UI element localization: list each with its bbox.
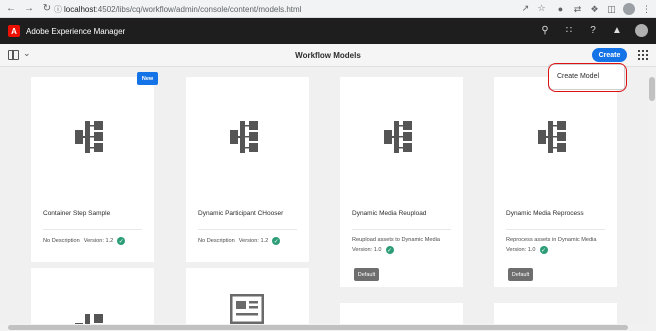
reload-icon[interactable]: ↻ <box>40 2 54 16</box>
version-text: Version: 1.0 <box>506 247 536 253</box>
profile-icon[interactable] <box>623 3 635 15</box>
new-badge: New <box>137 72 158 85</box>
scrollbar-thumb[interactable] <box>8 325 628 330</box>
horizontal-scrollbar[interactable] <box>0 324 656 331</box>
workflow-card[interactable] <box>340 303 463 324</box>
page-title: Workflow Models <box>295 51 361 60</box>
card-description: No Description Version: 1.2 ✓ <box>43 237 126 245</box>
menu-icon[interactable]: ⋮ <box>641 4 652 15</box>
address-bar[interactable]: ⓘ localhost:4502/libs/cq/workflow/admin/… <box>54 2 550 16</box>
models-grid: Container Step Sample No Description Ver… <box>0 67 648 324</box>
star-icon[interactable]: ☆ <box>536 3 547 14</box>
workflow-model-icon <box>494 77 617 197</box>
extension-icon[interactable]: ● <box>555 4 566 15</box>
divider <box>198 229 297 230</box>
url-host: localhost <box>64 4 96 14</box>
workflow-model-icon <box>340 77 463 197</box>
forward-icon[interactable]: → <box>22 2 36 16</box>
check-icon: ✓ <box>539 246 548 254</box>
create-button[interactable]: Create <box>592 48 627 62</box>
view-switcher-icon[interactable] <box>638 50 648 60</box>
browser-extensions: ● ⇄ ❖ ◫ ⋮ <box>555 3 652 15</box>
url-path: :4502/libs/cq/workflow/admin/console/con… <box>95 4 302 14</box>
divider <box>352 229 451 230</box>
card-title: Dynamic Media Reupload <box>352 210 427 217</box>
workflow-card[interactable]: Container Step Sample No Description Ver… <box>31 77 154 262</box>
workflow-model-icon <box>31 77 154 197</box>
default-button[interactable]: Default <box>354 268 379 281</box>
adobe-logo-icon[interactable]: A <box>8 25 20 37</box>
notifications-icon[interactable]: ▲ <box>611 25 623 37</box>
share-icon[interactable]: ↗ <box>520 3 531 14</box>
card-version: Version: 1.0 ✓ <box>352 246 394 254</box>
shell-actions: ⚲ ∷ ? ▲ <box>539 24 648 37</box>
address-bar-actions: ↗ ☆ <box>520 3 547 14</box>
description-text: No Description <box>198 238 235 244</box>
card-title: Container Step Sample <box>43 210 111 217</box>
help-icon[interactable]: ? <box>587 25 599 37</box>
info-icon[interactable]: ⓘ <box>54 4 64 15</box>
workflow-card[interactable] <box>186 268 309 324</box>
card-title: Dynamic Participant CHooser <box>198 210 284 217</box>
vertical-scrollbar[interactable] <box>648 67 656 324</box>
puzzle-icon[interactable]: ❖ <box>589 4 600 15</box>
check-icon: ✓ <box>117 237 126 245</box>
card-description: Reprocess assets in Dynamic Media <box>506 237 597 243</box>
divider <box>43 229 142 230</box>
workflow-model-icon <box>186 77 309 197</box>
version-text: Version: 1.2 <box>83 238 114 244</box>
workflow-card[interactable]: Dynamic Participant CHooser No Descripti… <box>186 77 309 262</box>
solutions-icon[interactable]: ∷ <box>563 25 575 37</box>
card-version: Version: 1.0 ✓ <box>506 246 548 254</box>
back-icon[interactable]: ← <box>4 2 18 16</box>
workflow-card[interactable]: Dynamic Media Reprocess Reprocess assets… <box>494 77 617 287</box>
version-text: Version: 1.0 <box>352 247 382 253</box>
workflow-card[interactable] <box>494 303 617 324</box>
check-icon: ✓ <box>272 237 281 245</box>
app-title[interactable]: Adobe Experience Manager <box>26 27 125 36</box>
workflow-card[interactable] <box>31 268 154 324</box>
search-icon[interactable]: ⚲ <box>539 25 551 37</box>
divider <box>506 229 605 230</box>
translate-icon[interactable]: ⇄ <box>572 4 583 15</box>
default-button[interactable]: Default <box>508 268 533 281</box>
card-title: Dynamic Media Reprocess <box>506 210 584 217</box>
version-text: Version: 1.2 <box>238 238 269 244</box>
document-icon <box>229 293 265 324</box>
workflow-card[interactable]: Dynamic Media Reupload Reupload assets t… <box>340 77 463 287</box>
description-text: No Description <box>43 238 80 244</box>
sidepanel-icon[interactable]: ◫ <box>606 4 617 15</box>
annotation-highlight <box>548 63 627 92</box>
workflow-model-icon <box>73 312 113 324</box>
check-icon: ✓ <box>385 246 394 254</box>
card-description: Reupload assets to Dynamic Media <box>352 237 440 243</box>
scrollbar-thumb[interactable] <box>649 77 655 101</box>
user-avatar[interactable] <box>635 24 648 37</box>
card-description: No Description Version: 1.2 ✓ <box>198 237 281 245</box>
aem-shell-header: A Adobe Experience Manager ⚲ ∷ ? ▲ <box>0 18 656 44</box>
